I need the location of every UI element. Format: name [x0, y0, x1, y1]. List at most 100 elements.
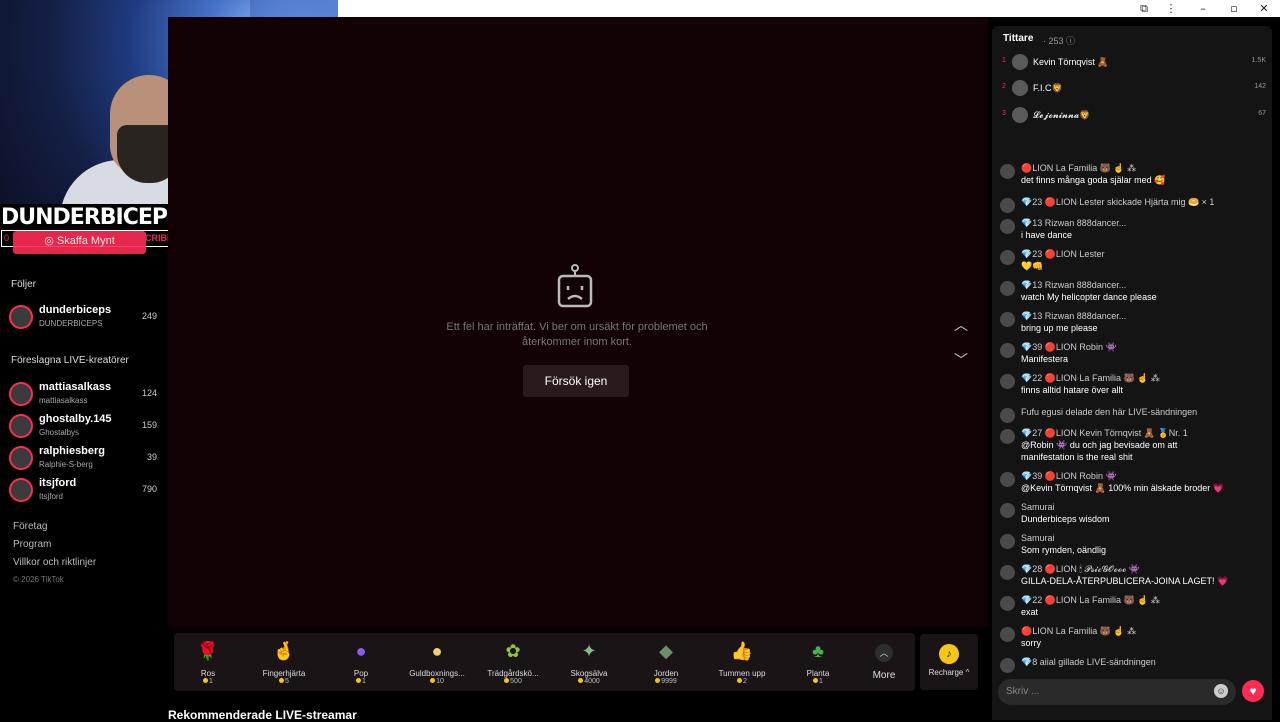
gift-icon: 🤞	[272, 641, 296, 661]
top-viewer-row[interactable]: 2 F.I.C🦁 142	[1002, 80, 1266, 98]
gift-box-icon	[1000, 198, 1015, 213]
gift-icon: 🌹	[196, 641, 220, 661]
creator-name: ralphiesberg	[39, 445, 106, 457]
gift-item[interactable]: ◆ Jorden 9999	[628, 637, 704, 689]
restore-icon[interactable]: ▫	[1226, 1, 1242, 17]
avatar	[1000, 503, 1015, 518]
emoji-icon[interactable]: ☺	[1214, 684, 1228, 698]
avatar	[1000, 343, 1015, 358]
gift-item[interactable]: ● Guldboxnings... 10	[399, 637, 475, 689]
coin-icon	[813, 678, 819, 683]
gift-price-value: 1	[362, 678, 366, 685]
chat-text: @Robin 👾 du och jag bevisade om att	[1021, 440, 1178, 450]
chat-author: 💎22 🔴LION La Familia 🐻 ☝ ⁂	[1021, 595, 1160, 605]
gift-name: Trädgårdskö...	[487, 669, 539, 678]
recharge-button[interactable]: ♪ Recharge ^	[920, 634, 978, 690]
gift-price-value: 9999	[661, 678, 677, 685]
gift-item[interactable]: 👍 Tummen upp 2	[704, 637, 780, 689]
gift-item[interactable]: ✦ Skogsälva 4000	[551, 637, 627, 689]
gift-item[interactable]: 🌹 Ros 1	[170, 637, 246, 689]
gift-name: Jorden	[653, 669, 679, 678]
viewers-count-value: · 253	[1043, 36, 1064, 46]
chat-author: 💎39 🔴LION Robin 👾	[1021, 471, 1117, 481]
minimize-icon[interactable]: –	[1195, 1, 1211, 17]
following-item[interactable]: dunderbiceps DUNDERBICEPS 249	[9, 304, 159, 332]
chat-text: 💎8 aiial gillade LIVE-sändningen	[1021, 657, 1156, 667]
viewer-name: Kevin Törnqvist 🧸	[1033, 57, 1109, 67]
info-icon[interactable]: ⓘ	[1066, 36, 1075, 46]
coin-icon	[504, 678, 510, 683]
chat-text: finns alltid hatare över allt	[1021, 385, 1124, 395]
gift-icon: ●	[355, 641, 367, 661]
chevron-down-icon[interactable]: ﹀	[953, 352, 969, 368]
chat-author: Samurai	[1021, 502, 1055, 512]
more-vert-icon[interactable]: ⋮	[1163, 1, 1179, 17]
avatar	[1000, 429, 1015, 444]
gift-item[interactable]: ♣ Planta 1	[780, 637, 856, 689]
viewer-score: 1.5K	[1251, 57, 1266, 64]
gift-name: Guldboxnings...	[409, 669, 465, 678]
suggested-creator-item[interactable]: ghostalby.145 Ghostalbyꜱ 159	[9, 413, 159, 441]
extensions-puzzle-icon[interactable]: ⧉	[1136, 1, 1152, 17]
like-heart-button[interactable]: ♥	[1242, 680, 1264, 702]
chat-text: sorry	[1021, 638, 1041, 648]
streamer-brand-name: DUNDERBICEPS	[1, 205, 183, 230]
avatar	[1000, 164, 1015, 179]
avatar	[1000, 219, 1015, 234]
goal-current: 0	[4, 233, 10, 243]
gift-name: Fingerhjärta	[262, 669, 306, 678]
chat-text: @Kevin Törnqvist 🧸 100% min älskade brod…	[1021, 483, 1224, 493]
chat-text: Fufu egusi delade den här LIVE-sändninge…	[1021, 407, 1198, 417]
footer-link-program[interactable]: Program	[13, 539, 51, 550]
footer-link-company[interactable]: Företag	[13, 521, 47, 532]
coin-icon: ♪	[939, 644, 959, 664]
viewer-count: 790	[141, 484, 157, 494]
gift-price-value: 4000	[584, 678, 600, 685]
get-coins-label: Skaffa Mynt	[56, 235, 115, 247]
chat-author: Samurai	[1021, 533, 1055, 543]
chat-text: bring up me please	[1021, 323, 1098, 333]
chat-author: 💎13 Rizwan 888dancer...	[1021, 218, 1127, 228]
avatar	[1012, 54, 1028, 70]
avatar	[1000, 472, 1015, 487]
gift-item[interactable]: ● Pop 1	[323, 637, 399, 689]
chat-author: 💎39 🔴LION Robin 👾	[1021, 342, 1117, 352]
top-viewer-row[interactable]: 1 Kevin Törnqvist 🧸 1.5K	[1002, 54, 1266, 72]
heart-icon	[1000, 658, 1015, 673]
suggested-creator-item[interactable]: ralphiesberg Ralphie-S-berg 39	[9, 445, 159, 473]
footer-link-terms[interactable]: Villkor och riktlinjer	[13, 557, 96, 568]
chat-text: Som rymden, oändlig	[1021, 545, 1107, 555]
avatar	[1000, 312, 1015, 327]
chat-text: det finns många goda själar med 🥰	[1021, 175, 1166, 185]
creator-nickname: Ghostalbyꜱ	[39, 428, 80, 437]
gift-name: Tummen upp	[718, 669, 766, 678]
gift-icon: ◆	[659, 641, 673, 661]
avatar	[1000, 596, 1015, 611]
gift-price-value: 10	[436, 678, 444, 685]
gift-price-value: 500	[510, 678, 522, 685]
gift-item[interactable]: 🤞 Fingerhjärta 5	[246, 637, 322, 689]
copyright: © 2026 TikTok	[13, 575, 64, 584]
gift-price: 500	[475, 678, 551, 685]
gift-item[interactable]: ✿ Trädgårdskö... 500	[475, 637, 551, 689]
viewer-rank: 1	[1002, 57, 1006, 64]
close-icon[interactable]: ✕	[1256, 1, 1272, 17]
get-coins-button[interactable]: ◎ Skaffa Mynt	[13, 231, 146, 254]
suggested-creator-item[interactable]: itsjford Itsjford 790	[9, 477, 159, 505]
more-gifts-button[interactable]: ︿ More	[868, 642, 900, 681]
chat-author: 💎23 🔴LION Lester	[1021, 249, 1105, 259]
retry-button[interactable]: Försök igen	[523, 365, 629, 397]
suggested-creator-item[interactable]: mattiasalkass mattiasalkass 124	[9, 381, 159, 409]
viewer-count: 159	[141, 420, 157, 430]
viewer-name: 𝓛𝓮𝓳𝓸𝓷𝓲𝓷𝓷𝓪🦁	[1033, 110, 1091, 120]
gift-price: 10	[399, 678, 475, 685]
gift-price: 9999	[628, 678, 704, 685]
gift-price: 1	[170, 678, 246, 685]
top-viewer-row[interactable]: 3 𝓛𝓮𝓳𝓸𝓷𝓲𝓷𝓷𝓪🦁 67	[1002, 107, 1266, 125]
gift-price-value: 2	[743, 678, 747, 685]
chat-text: watch My helicopter dance please	[1021, 292, 1157, 302]
chat-text: Manifestera	[1021, 354, 1069, 364]
avatar	[1000, 250, 1015, 265]
more-label: More	[872, 670, 896, 681]
chevron-up-icon[interactable]: ︿	[953, 317, 969, 333]
